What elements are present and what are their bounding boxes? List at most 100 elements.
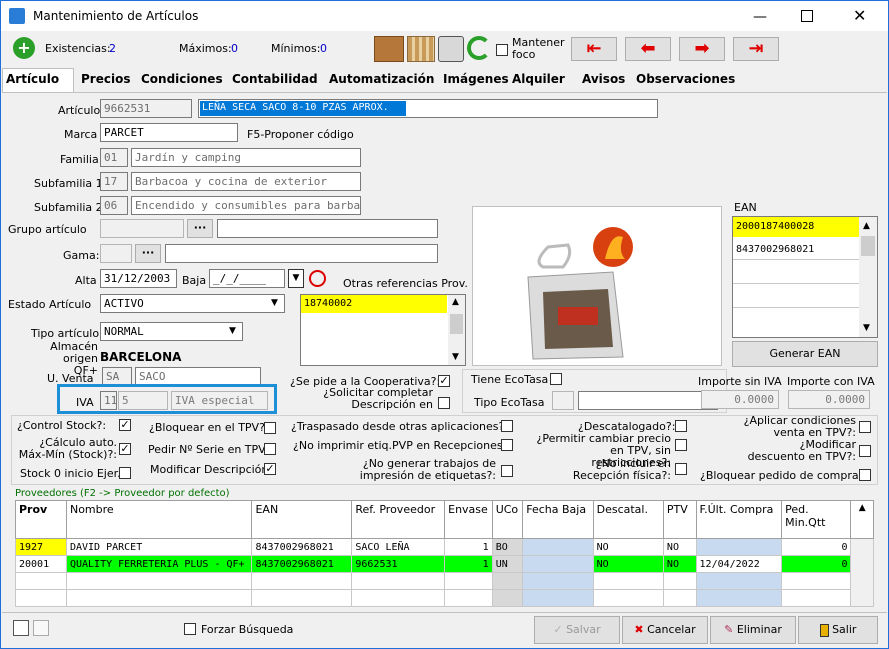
generar-ean-button[interactable]: Generar EAN [732,341,878,367]
tab-precios[interactable]: Precios [81,72,130,86]
traspasado-checkbox[interactable] [501,420,513,432]
col-f-ult-compra[interactable]: F.Últ. Compra [695,500,783,539]
grid-scroll-up-icon[interactable]: ▲ [850,500,874,539]
maximize-icon[interactable] [801,10,813,22]
table-row[interactable] [15,589,874,607]
ean-scroll-up-icon[interactable]: ▲ [863,221,870,231]
refresh-icon[interactable] [467,36,491,60]
permitir-precio-checkbox[interactable] [675,439,687,451]
salvar-button[interactable]: ✓ Salvar [534,616,620,644]
baja-date-field[interactable]: _/_/____ [209,269,285,288]
descatalogado-checkbox[interactable] [675,420,687,432]
clear-date-icon[interactable] [309,270,326,287]
no-generar-checkbox[interactable] [501,465,513,477]
cell-prov[interactable]: 20001 [15,555,67,573]
bloquear-pedido-checkbox[interactable] [859,469,871,481]
tab-observaciones[interactable]: Observaciones [636,72,735,86]
col-nombre[interactable]: Nombre [65,500,253,539]
cancelar-button[interactable]: ✖ Cancelar [622,616,708,644]
modificar-desc-checkbox[interactable] [859,445,871,457]
cell-f-ult-compra[interactable]: 12/04/2022 [695,555,783,573]
baja-dropdown-button[interactable]: ▼ [288,269,304,288]
grid-scrollbar[interactable] [850,538,874,607]
cell-nombre[interactable]: QUALITY FERRETERIA PLUS - QF+ [65,555,253,573]
cell-fecha-baja[interactable] [522,555,594,573]
cell-fecha-baja[interactable] [522,538,594,556]
cell-descatal[interactable]: NO [592,538,664,556]
no-incluir-checkbox[interactable] [675,463,687,475]
first-record-button[interactable]: ⇤ [571,37,617,61]
cell-ptv[interactable]: NO [662,538,697,556]
cell-ped-min[interactable]: 0 [781,555,852,573]
cell-ref[interactable]: 9662531 [351,555,446,573]
ean-scrollbar[interactable] [859,217,877,337]
tipo-ecotasa-code-field[interactable] [552,391,574,410]
minimize-icon[interactable]: — [753,9,767,25]
copy-icon[interactable] [13,620,29,636]
marca-field[interactable]: PARCET [100,123,238,142]
previous-record-button[interactable]: ⬅ [625,37,671,61]
cell-uco[interactable]: BO [491,538,524,556]
articulo-code-field[interactable]: 9662531 [100,99,192,118]
ean-scroll-thumb[interactable] [861,236,875,256]
cell-prov[interactable]: 1927 [15,538,67,556]
no-imprimir-checkbox[interactable] [501,439,513,451]
familia-code-field[interactable]: 01 [100,148,128,167]
col-envase[interactable]: Envase [444,500,493,539]
cell-ean[interactable]: 8437002968021 [251,538,353,556]
cell-envase[interactable]: 1 [444,555,493,573]
col-uco[interactable]: UCo [491,500,524,539]
col-ped-min-qtt[interactable]: Ped. Min.Qtt [781,500,852,539]
tab-articulo[interactable]: Artículo [6,72,59,86]
tipo-select[interactable]: NORMAL [100,322,243,341]
otras-ref-scroll-thumb[interactable] [450,314,463,334]
cell-envase[interactable]: 1 [444,538,493,556]
table-row[interactable] [15,572,874,590]
gama-code-field[interactable] [100,244,132,263]
col-ref-proveedor[interactable]: Ref. Proveedor [351,500,446,539]
print-icon[interactable] [438,36,464,62]
col-ean[interactable]: EAN [251,500,353,539]
add-icon[interactable]: + [13,37,35,59]
cell-ptv[interactable]: NO [662,555,697,573]
boxes-icon[interactable] [374,36,404,62]
forzar-busqueda-checkbox[interactable] [184,623,196,635]
cell-nombre[interactable]: DAVID PARCET [65,538,253,556]
tiene-ecotasa-checkbox[interactable] [550,373,562,385]
tab-alquiler[interactable]: Alquiler [512,72,565,86]
otras-ref-scroll-down-icon[interactable]: ▼ [452,352,459,362]
cell-ean[interactable]: 8437002968021 [251,555,353,573]
subfamilia1-code-field[interactable]: 17 [100,172,128,191]
estado-select[interactable]: ACTIVO [100,294,285,313]
close-icon[interactable]: ✕ [853,6,866,25]
col-descatal[interactable]: Descatal. [592,500,664,539]
grupo-code-field[interactable] [100,219,184,238]
subfamilia2-code-field[interactable]: 06 [100,196,128,215]
tab-avisos[interactable]: Avisos [582,72,625,86]
importe-con-iva-field[interactable]: 0.0000 [788,390,870,409]
shelf-icon[interactable] [407,36,435,62]
col-ptv[interactable]: PTV [662,500,697,539]
control-stock-checkbox[interactable]: ✓ [119,419,131,431]
cell-uco[interactable]: UN [491,555,524,573]
eliminar-button[interactable]: ✎ Eliminar [710,616,796,644]
cell-ref[interactable]: SACO LEÑA [351,538,446,556]
ean-scroll-down-icon[interactable]: ▼ [863,323,870,333]
tab-condiciones[interactable]: Condiciones [141,72,223,86]
cell-ped-min[interactable]: 0 [781,538,852,556]
calculo-auto-checkbox[interactable]: ✓ [119,443,131,455]
alta-date-field[interactable]: 31/12/2003 [100,269,177,288]
table-row[interactable]: 20001 QUALITY FERRETERIA PLUS - QF+ 8437… [15,555,874,573]
cooperativa-checkbox[interactable]: ✓ [438,375,450,387]
importe-sin-iva-field[interactable]: 0.0000 [701,390,779,409]
cell-descatal[interactable]: NO [592,555,664,573]
col-fecha-baja[interactable]: Fecha Baja [522,500,594,539]
cell-f-ult-compra[interactable] [695,538,783,556]
ean-item-1-text[interactable]: 8437002968021 [736,244,814,255]
salir-button[interactable]: Salir [798,616,878,644]
table-row[interactable]: 1927 DAVID PARCET 8437002968021 SACO LEÑ… [15,538,874,607]
gama-lookup-button[interactable]: ··· [135,244,161,263]
grupo-lookup-button[interactable]: ··· [187,219,213,238]
mantener-foco-checkbox[interactable] [496,44,508,56]
tab-contabilidad[interactable]: Contabilidad [232,72,318,86]
